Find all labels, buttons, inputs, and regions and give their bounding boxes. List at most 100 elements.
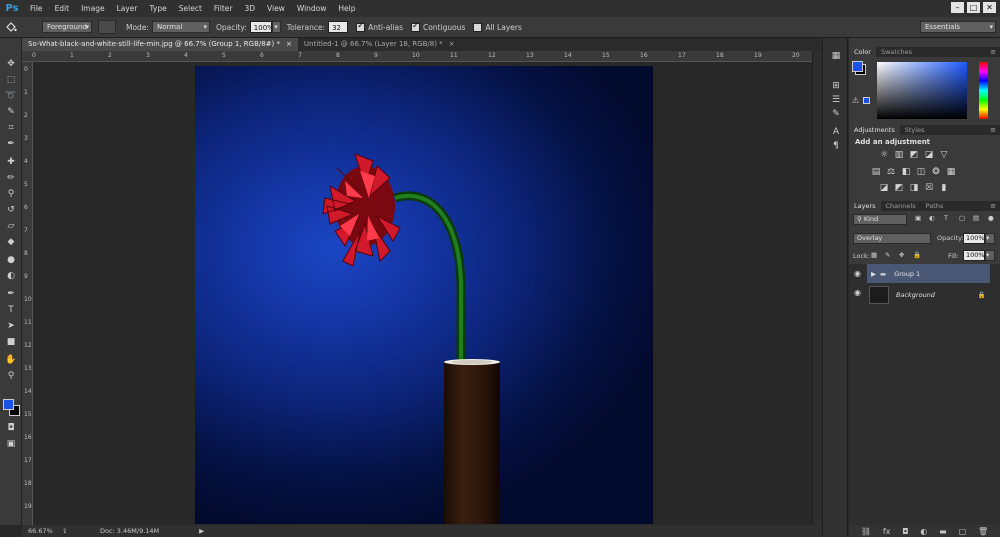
tolerance-input[interactable]: 32 xyxy=(328,21,349,33)
rectangle-tool-icon[interactable]: ■ xyxy=(4,336,18,348)
paragraph-panel-icon[interactable]: ¶ xyxy=(829,140,843,152)
brightness-icon[interactable]: ☼ xyxy=(879,150,889,160)
invert-icon[interactable]: ◪ xyxy=(879,183,889,193)
healing-brush-tool-icon[interactable]: ✚ xyxy=(4,156,18,168)
layer-filter-select[interactable]: ⚲ Kind xyxy=(853,214,907,225)
panel-menu-icon[interactable]: ≡ xyxy=(990,202,996,210)
delete-layer-icon[interactable]: 🗑 xyxy=(978,527,988,536)
color-lookup-icon[interactable]: ▦ xyxy=(946,167,956,177)
menu-edit[interactable]: Edit xyxy=(49,4,76,13)
menu-file[interactable]: File xyxy=(24,4,49,13)
type-tool-icon[interactable]: T xyxy=(4,304,18,316)
layer-row-group-1[interactable]: ▶ ▬ Group 1 xyxy=(867,264,990,283)
vertical-scrollbar[interactable] xyxy=(812,51,822,525)
color-field[interactable] xyxy=(877,62,967,119)
contiguous-checkbox[interactable] xyxy=(410,21,420,32)
visibility-eye-icon[interactable]: ◉ xyxy=(854,269,861,278)
pen-tool-icon[interactable]: ✒ xyxy=(4,288,18,300)
maximize-button[interactable]: □ xyxy=(967,2,980,13)
eyedropper-tool-icon[interactable]: ✒ xyxy=(4,138,18,150)
lasso-tool-icon[interactable]: ➰ xyxy=(4,90,18,102)
menu-image[interactable]: Image xyxy=(75,4,111,13)
blend-mode-select[interactable]: Overlay xyxy=(853,233,931,244)
tab-adjustments[interactable]: Adjustments xyxy=(849,125,900,135)
layer-row-background[interactable]: Background 🔒 xyxy=(867,284,990,306)
foreground-color-fill[interactable] xyxy=(3,399,14,410)
curves-icon[interactable]: ◩ xyxy=(909,150,919,160)
tab-still-life[interactable]: So-What-black-and-white-still-life-min.j… xyxy=(22,38,298,51)
layer-style-icon[interactable]: fx xyxy=(883,527,891,536)
crop-tool-icon[interactable]: ⌗ xyxy=(4,122,18,134)
lock-transparency-icon[interactable]: ▦ xyxy=(871,251,877,259)
add-mask-icon[interactable]: ◘ xyxy=(902,527,908,536)
dodge-tool-icon[interactable]: ◐ xyxy=(4,270,18,282)
gradient-map-icon[interactable]: ▮ xyxy=(939,183,949,193)
move-tool-icon[interactable]: ✥ xyxy=(4,58,18,70)
fill-source-select[interactable]: Foreground xyxy=(42,21,92,33)
quick-select-tool-icon[interactable]: ✎ xyxy=(4,106,18,118)
zoom-level-field[interactable]: 66.67% xyxy=(22,527,53,535)
photo-filter-icon[interactable]: ◫ xyxy=(916,167,926,177)
zoom-tool-icon[interactable]: ⚲ xyxy=(4,370,18,382)
quick-mask-icon[interactable]: ◘ xyxy=(4,422,18,434)
menu-filter[interactable]: Filter xyxy=(208,4,239,13)
workspace-select[interactable]: Essentials xyxy=(920,21,996,33)
levels-icon[interactable]: ▥ xyxy=(894,150,904,160)
layer-opacity-dropdown[interactable]: ▾ xyxy=(985,233,995,244)
menu-view[interactable]: View xyxy=(261,4,291,13)
menu-select[interactable]: Select xyxy=(173,4,208,13)
tab-close-icon[interactable]: × xyxy=(449,38,455,51)
mode-select[interactable]: Normal xyxy=(151,21,210,33)
history-brush-tool-icon[interactable]: ↺ xyxy=(4,204,18,216)
pattern-picker[interactable] xyxy=(98,20,116,34)
hue-saturation-icon[interactable]: ▤ xyxy=(871,167,881,177)
anti-alias-checkbox[interactable] xyxy=(356,21,366,32)
tab-untitled-1[interactable]: Untitled-1 @ 66.7% (Layer 18, RGB/8) * × xyxy=(298,38,461,51)
posterize-icon[interactable]: ◩ xyxy=(894,183,904,193)
character-panel-icon[interactable]: A xyxy=(829,126,843,138)
filter-type-icon[interactable]: T xyxy=(944,214,948,222)
color-balance-icon[interactable]: ⚖ xyxy=(886,167,896,177)
path-selection-tool-icon[interactable]: ➤ xyxy=(4,320,18,332)
hue-slider[interactable] xyxy=(979,62,988,119)
warning-icon[interactable]: ⚠ xyxy=(852,96,859,105)
lock-pixels-icon[interactable]: ✎ xyxy=(885,251,890,259)
lock-position-icon[interactable]: ✥ xyxy=(899,251,904,259)
gamut-swatch[interactable] xyxy=(863,97,870,104)
brush-panel-icon[interactable]: ✎ xyxy=(829,108,843,120)
visibility-eye-icon[interactable]: ◉ xyxy=(854,288,861,297)
close-button[interactable]: ✕ xyxy=(983,2,996,13)
filter-smart-object-icon[interactable]: ▤ xyxy=(973,214,979,222)
status-menu-arrow-icon[interactable]: ▶ xyxy=(199,527,204,535)
fill-input[interactable]: 100% xyxy=(963,250,985,261)
menu-type[interactable]: Type xyxy=(144,4,173,13)
minimize-button[interactable]: – xyxy=(951,2,964,13)
blur-tool-icon[interactable]: ● xyxy=(4,254,18,266)
fill-dropdown[interactable]: ▾ xyxy=(985,250,995,261)
menu-layer[interactable]: Layer xyxy=(111,4,144,13)
panel-menu-icon[interactable]: ≡ xyxy=(990,126,996,134)
expand-arrow-icon[interactable]: ▶ xyxy=(871,270,876,278)
properties-panel-icon[interactable]: ⊞ xyxy=(829,80,843,92)
menu-window[interactable]: Window xyxy=(291,4,333,13)
filter-toggle-icon[interactable]: ● xyxy=(988,214,994,222)
tool-preset-picker[interactable] xyxy=(0,17,22,37)
tab-styles[interactable]: Styles xyxy=(900,125,930,135)
new-layer-icon[interactable]: ▢ xyxy=(959,527,967,536)
filter-pixel-icon[interactable]: ▣ xyxy=(915,214,921,222)
marquee-tool-icon[interactable]: ⬚ xyxy=(4,74,18,86)
opacity-dropdown[interactable] xyxy=(271,21,281,33)
threshold-icon[interactable]: ◨ xyxy=(909,183,919,193)
link-layers-icon[interactable]: ⛓ xyxy=(861,527,871,536)
menu-3d[interactable]: 3D xyxy=(238,4,261,13)
new-group-icon[interactable]: ▬ xyxy=(939,527,947,536)
all-layers-checkbox[interactable] xyxy=(473,22,483,32)
filter-adjustment-icon[interactable]: ◐ xyxy=(929,214,935,222)
tab-layers[interactable]: Layers xyxy=(849,201,881,211)
channel-mixer-icon[interactable]: ❂ xyxy=(931,167,941,177)
paint-bucket-tool-icon[interactable]: ◆ xyxy=(4,236,18,248)
history-panel-icon[interactable]: ▦ xyxy=(829,50,843,62)
clone-stamp-tool-icon[interactable]: ⚲ xyxy=(4,188,18,200)
panel-menu-icon[interactable]: ≡ xyxy=(990,48,996,56)
selective-color-icon[interactable]: ☒ xyxy=(924,183,934,193)
